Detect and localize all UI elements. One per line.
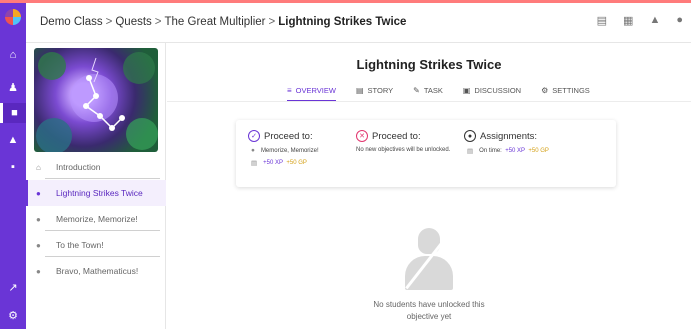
gear-icon: ⚙	[541, 86, 549, 95]
edit-icon: ✎	[413, 86, 420, 95]
breadcrumb-quest-link[interactable]: The Great Multiplier	[165, 16, 266, 28]
analytics-icon[interactable]: ↗	[0, 277, 26, 297]
quest-panel: ⌂ Introduction ● Lightning Strikes Twice…	[26, 43, 166, 329]
tab-label: SETTINGS	[552, 86, 590, 95]
proceed-fail-section: ✕ Proceed to: No new objectives will be …	[356, 130, 450, 153]
empty-state-message: No students have unlocked this objective…	[167, 299, 691, 323]
users-icon[interactable]: ♟	[0, 77, 26, 97]
breadcrumb-current: Lightning Strikes Twice	[278, 16, 407, 28]
breadcrumb-separator: >	[154, 16, 162, 28]
empty-state-line: objective yet	[406, 312, 452, 321]
quests-icon[interactable]: ■	[0, 103, 26, 123]
on-time-label: On time:	[479, 148, 502, 154]
x-circle-icon: ✕	[356, 130, 368, 142]
chat-icon[interactable]: ▪	[0, 157, 26, 177]
divider	[45, 230, 160, 231]
book-icon: ▤	[355, 86, 364, 95]
tab-discussion[interactable]: ▣ DISCUSSION	[463, 86, 521, 101]
quest-objective-list: ⌂ Introduction ● Lightning Strikes Twice…	[26, 154, 166, 284]
quest-item-bravo-mathematicus[interactable]: ● Bravo, Mathematicus!	[26, 258, 166, 284]
pin-icon: ●	[36, 214, 41, 224]
gp-reward: +50 GP	[286, 160, 307, 166]
no-students-icon	[401, 228, 457, 290]
assignments-icon[interactable]: ▲	[0, 130, 26, 150]
home-icon[interactable]: ⌂	[0, 45, 26, 65]
tab-label: OVERVIEW	[295, 86, 336, 95]
discussion-icon: ▣	[462, 86, 471, 95]
tab-story[interactable]: ▤ STORY	[356, 86, 393, 101]
objective-tabs: ≡ OVERVIEW ▤ STORY ✎ TASK ▣ DISCUSSION ⚙ SETT…	[287, 86, 590, 101]
header-actions: ▤ ▦ ▲ ●	[597, 14, 683, 27]
quest-item-introduction[interactable]: ⌂ Introduction	[26, 154, 166, 180]
empty-state: No students have unlocked this objective…	[167, 228, 691, 323]
quest-item-lightning-strikes-twice[interactable]: ● Lightning Strikes Twice	[26, 180, 166, 206]
breadcrumb-class-link[interactable]: Demo Class	[40, 16, 103, 28]
tab-task[interactable]: ✎ TASK	[413, 86, 443, 101]
page-header: Demo Class > Quests > The Great Multiplier > L…	[26, 3, 691, 43]
tabs-divider	[167, 101, 691, 102]
breadcrumb-separator: >	[105, 16, 113, 28]
notification-bell-icon[interactable]: ▲	[649, 14, 660, 27]
assignments-heading: Assignments:	[480, 130, 538, 142]
quest-item-to-the-town[interactable]: ● To the Town!	[26, 232, 166, 258]
overview-icon: ≡	[287, 86, 292, 95]
tab-label: STORY	[367, 86, 394, 95]
assignments-section: ● Assignments: ▤ On time: +50 XP +50 GP	[464, 130, 549, 155]
app-logo[interactable]	[5, 9, 21, 25]
empty-state-line: No students have unlocked this	[373, 300, 485, 309]
proceed-success-section: ✓ Proceed to: ● Memorize, Memorize! ▤ +5…	[248, 130, 319, 167]
check-circle-icon: ✓	[248, 130, 260, 142]
quest-map-illustration	[36, 52, 158, 152]
quest-map-image	[34, 48, 158, 152]
quest-item-label: Bravo, Mathematicus!	[56, 266, 139, 276]
trophy-pin-icon: ●	[36, 266, 41, 276]
reward-icon: ▤	[467, 148, 474, 155]
quest-item-label: Introduction	[56, 162, 101, 172]
app-sidebar: ⌂ ♟ ■ ▲ ▪ ↗ ⚙	[0, 3, 26, 329]
pin-icon: ●	[36, 240, 41, 250]
pin-icon: ●	[251, 147, 255, 154]
overview-card: ✓ Proceed to: ● Memorize, Memorize! ▤ +5…	[236, 120, 616, 187]
quest-item-label: To the Town!	[56, 240, 104, 250]
home-icon: ⌂	[36, 162, 41, 172]
tab-label: DISCUSSION	[474, 86, 522, 95]
quest-item-label: Memorize, Memorize!	[56, 214, 138, 224]
clipboard-icon[interactable]: ▦	[623, 14, 633, 27]
divider	[45, 178, 160, 179]
quest-item-memorize[interactable]: ● Memorize, Memorize!	[26, 206, 166, 232]
pin-icon: ●	[36, 188, 41, 198]
gradebook-icon[interactable]: ▤	[597, 14, 607, 27]
tab-settings[interactable]: ⚙ SETTINGS	[541, 86, 590, 101]
proceed-success-target[interactable]: Memorize, Memorize!	[261, 148, 319, 154]
page-title: Lightning Strikes Twice	[356, 57, 502, 72]
tab-label: TASK	[423, 86, 443, 95]
breadcrumb-separator: >	[268, 16, 276, 28]
objective-main: Lightning Strikes Twice ≡ OVERVIEW ▤ STORY…	[167, 43, 691, 329]
reward-icon: ▤	[251, 160, 258, 167]
assignment-person-icon: ●	[464, 130, 476, 142]
quest-item-label: Lightning Strikes Twice	[56, 188, 143, 198]
tab-overview[interactable]: ≡ OVERVIEW	[287, 86, 336, 101]
proceed-fail-heading: Proceed to:	[372, 130, 421, 142]
xp-reward: +50 XP	[505, 148, 526, 154]
settings-icon[interactable]: ⚙	[0, 305, 26, 325]
gp-reward: +50 GP	[528, 148, 549, 154]
user-avatar-icon[interactable]: ●	[676, 14, 683, 27]
breadcrumb-quests-link[interactable]: Quests	[115, 16, 151, 28]
breadcrumb: Demo Class > Quests > The Great Multiplier > L…	[40, 16, 406, 28]
proceed-fail-text: No new objectives will be unlocked.	[356, 147, 451, 153]
divider	[45, 256, 160, 257]
proceed-success-heading: Proceed to:	[264, 130, 313, 142]
xp-reward: +50 XP	[263, 160, 284, 166]
